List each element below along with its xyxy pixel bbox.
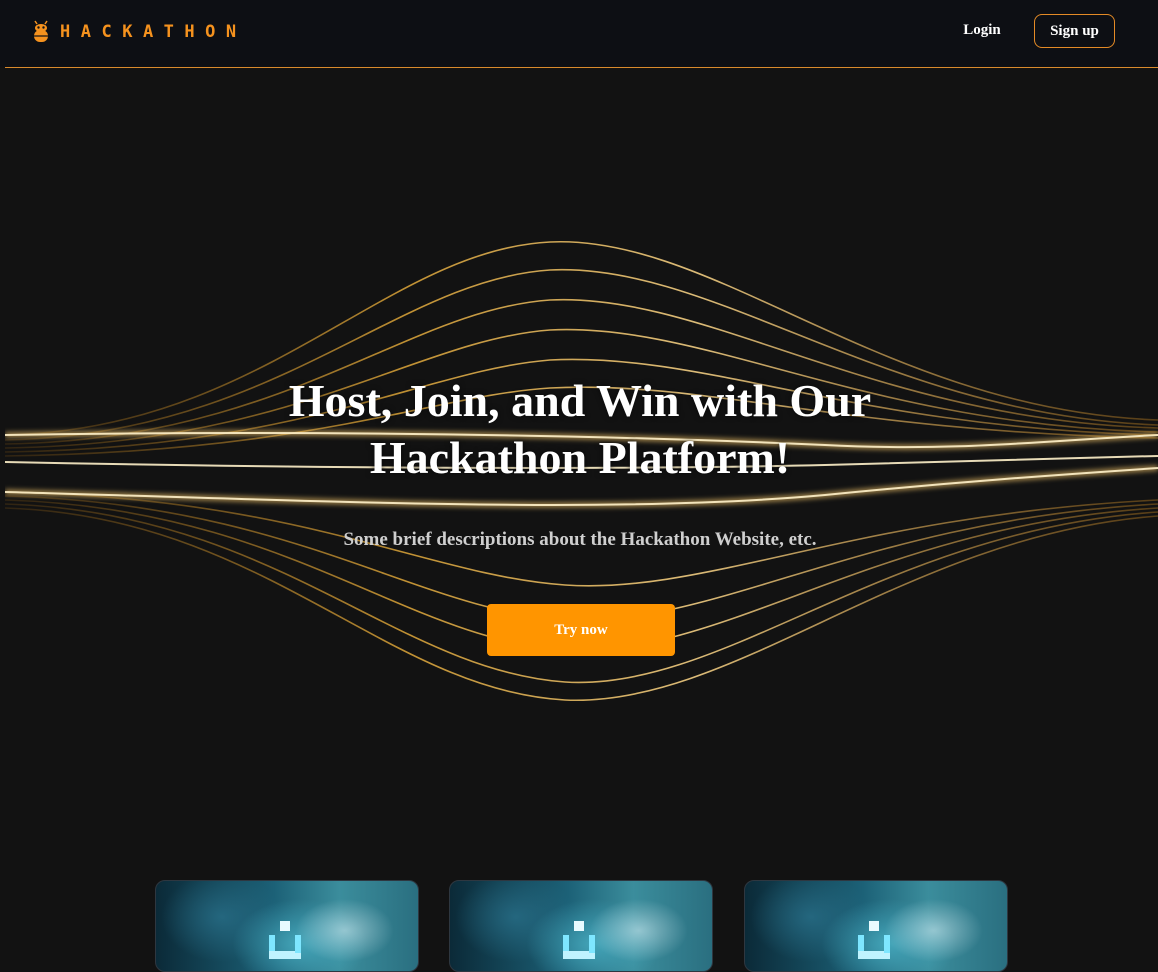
login-link[interactable]: Login — [950, 22, 1014, 39]
bug-icon — [34, 20, 48, 42]
hero-title-line-1: Host, Join, and Win with Our — [288, 375, 872, 426]
navbar-divider — [5, 67, 1158, 68]
hero-title: Host, Join, and Win with Our Hackathon P… — [230, 372, 930, 486]
project-card[interactable] — [155, 880, 419, 972]
cube-logo-icon — [858, 921, 890, 959]
try-now-button[interactable]: Try now — [487, 604, 675, 656]
project-card[interactable] — [744, 880, 1008, 972]
cube-logo-icon — [269, 921, 301, 959]
hero-title-line-2: Hackathon Platform! — [369, 432, 791, 483]
brand-text: HACKATHON — [60, 22, 247, 42]
hero-description: Some brief descriptions about the Hackat… — [343, 529, 817, 550]
project-card[interactable] — [449, 880, 713, 972]
signup-button[interactable]: Sign up — [1034, 14, 1115, 48]
navbar: HACKATHON Login Sign up — [0, 0, 1158, 67]
brand-logo[interactable]: HACKATHON — [32, 19, 247, 45]
cube-logo-icon — [563, 921, 595, 959]
